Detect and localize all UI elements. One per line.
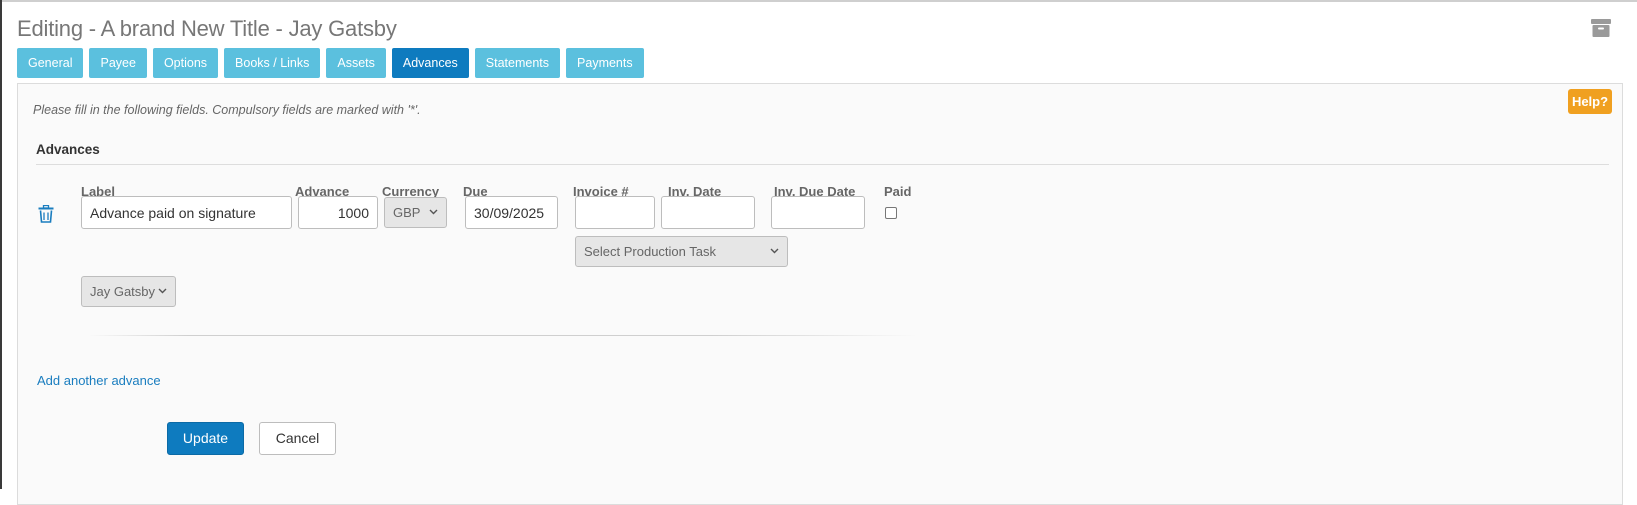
tab-statements[interactable]: Statements bbox=[474, 48, 561, 78]
due-date-input[interactable] bbox=[465, 196, 558, 229]
tab-payments[interactable]: Payments bbox=[566, 48, 644, 78]
advance-amount-input[interactable] bbox=[298, 196, 378, 229]
production-task-select[interactable]: Select Production Task bbox=[575, 236, 788, 267]
section-title: Advances bbox=[36, 142, 100, 157]
chevron-down-icon bbox=[158, 288, 167, 294]
paid-column-header: Paid bbox=[884, 184, 912, 199]
update-button[interactable]: Update bbox=[167, 422, 244, 455]
form-intro-text: Please fill in the following fields. Com… bbox=[33, 103, 421, 117]
advance-row-divider bbox=[88, 335, 918, 336]
production-task-select-value: Select Production Task bbox=[584, 244, 716, 259]
tab-assets[interactable]: Assets bbox=[326, 48, 386, 78]
currency-select[interactable]: GBP bbox=[384, 197, 447, 228]
tab-bar: General Payee Options Books / Links Asse… bbox=[17, 48, 650, 78]
tab-books-links[interactable]: Books / Links bbox=[224, 48, 321, 78]
invoice-date-input[interactable] bbox=[661, 196, 755, 229]
paid-checkbox[interactable] bbox=[885, 207, 897, 219]
invoice-due-date-input[interactable] bbox=[771, 196, 865, 229]
payee-select-value: Jay Gatsby bbox=[90, 284, 156, 299]
cancel-button[interactable]: Cancel bbox=[259, 422, 336, 455]
currency-select-value: GBP bbox=[393, 205, 421, 220]
advance-label-input[interactable] bbox=[81, 196, 292, 229]
tab-options[interactable]: Options bbox=[152, 48, 219, 78]
tab-general[interactable]: General bbox=[17, 48, 84, 78]
payee-select[interactable]: Jay Gatsby bbox=[81, 276, 176, 307]
tab-payee[interactable]: Payee bbox=[89, 48, 147, 78]
section-divider bbox=[36, 164, 1609, 165]
page-title: Editing - A brand New Title - Jay Gatsby bbox=[17, 16, 397, 41]
window-top-border bbox=[0, 0, 1637, 2]
tab-advances[interactable]: Advances bbox=[391, 48, 469, 78]
chevron-down-icon bbox=[429, 209, 438, 215]
window-left-border bbox=[0, 0, 2, 489]
archive-icon[interactable] bbox=[1590, 17, 1612, 39]
help-button[interactable]: Help? bbox=[1568, 89, 1612, 114]
invoice-number-input[interactable] bbox=[575, 196, 655, 229]
add-another-advance-link[interactable]: Add another advance bbox=[37, 373, 161, 388]
trash-icon[interactable] bbox=[38, 205, 54, 223]
chevron-down-icon bbox=[770, 248, 779, 254]
advances-form-panel: Please fill in the following fields. Com… bbox=[17, 83, 1623, 505]
